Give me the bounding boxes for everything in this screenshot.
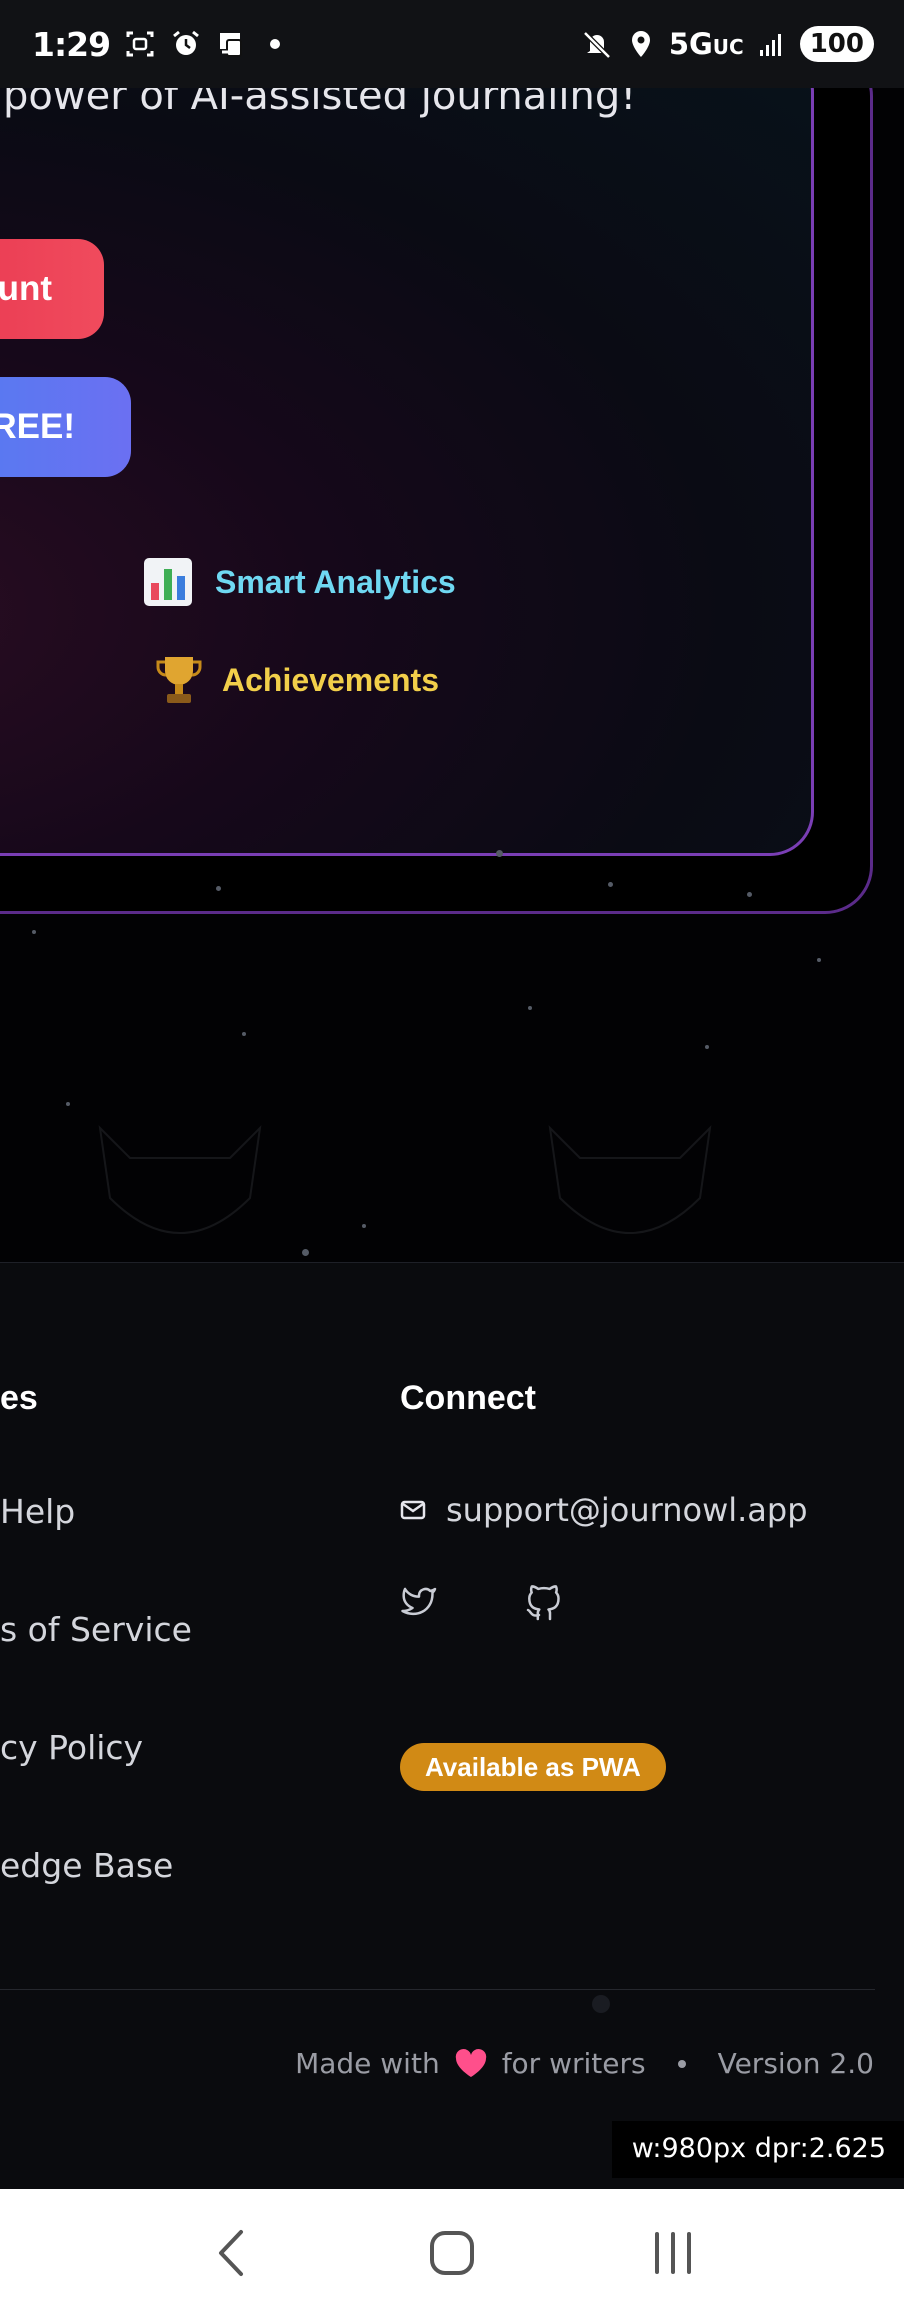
notification-dot [270, 39, 281, 49]
status-bar-left: 1:29 [32, 24, 281, 64]
battery-indicator: 100 [799, 26, 874, 62]
start-free-button[interactable]: FREE! [0, 377, 131, 477]
recents-button[interactable] [633, 2213, 713, 2293]
owl-outline-decoration [548, 1125, 712, 1234]
back-icon [218, 2229, 243, 2276]
star-decoration [242, 1032, 246, 1036]
made-with-suffix: for writers [501, 2047, 646, 2080]
separator-dot [677, 2059, 686, 2068]
screenshot-icon [126, 31, 154, 57]
star-decoration [528, 1006, 532, 1010]
resources-heading: es [0, 1379, 38, 1417]
terms-of-service-link[interactable]: s of Service [0, 1610, 192, 1649]
email-text: support@journowl.app [446, 1491, 808, 1529]
github-icon[interactable] [526, 1585, 562, 1621]
pwa-badge: Available as PWA [400, 1743, 666, 1791]
help-link[interactable]: Help [0, 1492, 75, 1531]
star-decoration [608, 882, 613, 887]
mail-icon [400, 1500, 426, 1520]
signal-icon [759, 34, 781, 56]
star-decoration [496, 850, 503, 857]
feature-smart-analytics: Smart Analytics [141, 555, 456, 609]
owl-outline-decoration [98, 1125, 262, 1234]
screen: 1:29 5GUC 100 power of AI-assisted journ… [0, 0, 904, 2316]
hero-card: power of AI-assisted journaling! ount FR… [0, 88, 814, 856]
viewport-debug-overlay: w:980px dpr:2.625 [611, 2121, 904, 2178]
trophy-icon [156, 657, 202, 703]
star-decoration [66, 1102, 70, 1106]
connect-heading: Connect [400, 1379, 536, 1417]
create-account-button[interactable]: ount [0, 239, 104, 339]
network-type: 5GUC [668, 27, 744, 61]
twitter-icon[interactable] [400, 1585, 438, 1619]
knowledge-base-link[interactable]: edge Base [0, 1846, 173, 1885]
footer: es Help s of Service cy Policy edge Base… [0, 1262, 904, 2189]
status-bar: 1:29 5GUC 100 [0, 0, 904, 88]
alarm-icon [173, 30, 200, 55]
home-icon [429, 2230, 474, 2275]
location-icon [631, 31, 650, 57]
home-button[interactable] [412, 2213, 492, 2293]
footer-credits: Made with for writers Version 2.0 [295, 2047, 874, 2080]
heart-icon [455, 2048, 486, 2077]
star-decoration [747, 892, 752, 897]
star-decoration [362, 1224, 366, 1228]
star-decoration [705, 1045, 709, 1049]
feature-label: Achievements [222, 661, 439, 698]
mute-icon [583, 31, 611, 59]
star-decoration [216, 886, 221, 891]
hero-subtitle: power of AI-assisted journaling! [3, 88, 637, 119]
navigation-bar [0, 2189, 904, 2316]
email-link[interactable]: support@journowl.app [400, 1491, 808, 1529]
hero-section: power of AI-assisted journaling! ount FR… [0, 88, 904, 1263]
made-with-prefix: Made with [295, 2047, 440, 2080]
status-bar-right: 5GUC 100 [581, 26, 874, 62]
footer-divider [0, 1989, 875, 1990]
device-icon [220, 33, 243, 57]
bar-chart-icon [144, 558, 192, 606]
star-decoration [32, 930, 36, 934]
privacy-policy-link[interactable]: cy Policy [0, 1728, 143, 1767]
recents-icon [655, 2231, 692, 2274]
feature-label: Smart Analytics [215, 563, 456, 600]
feature-achievements: Achievements [156, 653, 439, 707]
star-decoration [302, 1249, 309, 1256]
star-decoration [592, 1995, 610, 2013]
back-button[interactable] [191, 2213, 271, 2293]
star-decoration [817, 958, 821, 962]
version-text: Version 2.0 [717, 2047, 874, 2080]
clock: 1:29 [32, 24, 111, 64]
